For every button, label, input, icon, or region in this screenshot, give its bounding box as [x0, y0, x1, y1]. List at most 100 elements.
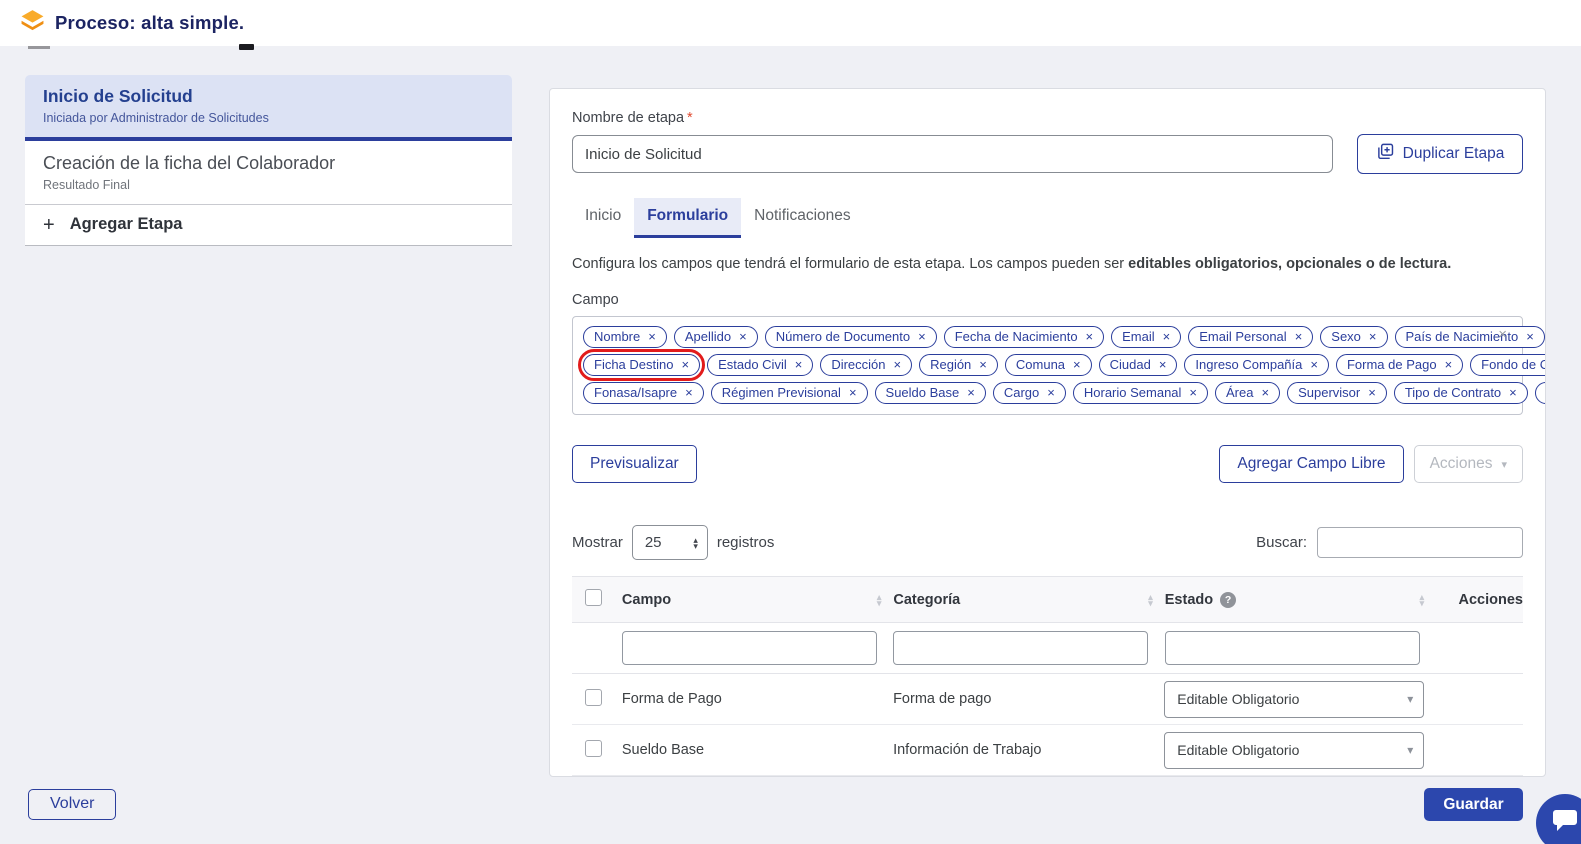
remove-tag-icon[interactable]: ×	[1526, 330, 1534, 343]
clipped-content-artifact	[239, 44, 254, 50]
description-text: Configura los campos que tendrá el formu…	[572, 256, 1128, 272]
field-tag[interactable]: Tipo de Contrato×	[1394, 382, 1528, 404]
chat-widget-button[interactable]	[1536, 794, 1581, 844]
field-tag[interactable]: Ciudad×	[1099, 354, 1178, 376]
remove-tag-icon[interactable]: ×	[967, 386, 975, 399]
remove-tag-icon[interactable]: ×	[1047, 386, 1055, 399]
tag-label: Forma de Pago	[1347, 357, 1437, 372]
remove-tag-icon[interactable]: ×	[1509, 386, 1517, 399]
layers-icon	[20, 8, 45, 38]
remove-tag-icon[interactable]: ×	[1073, 358, 1081, 371]
remove-tag-icon[interactable]: ×	[894, 358, 902, 371]
filter-campo-input[interactable]	[622, 631, 877, 665]
filter-estado-input[interactable]	[1165, 631, 1420, 665]
preview-button[interactable]: Previsualizar	[572, 445, 697, 483]
estado-select[interactable]: Editable Obligatorio ▾	[1164, 732, 1424, 769]
help-icon[interactable]: ?	[1220, 592, 1236, 608]
field-tag[interactable]: Supervisor ×	[1287, 382, 1387, 404]
field-tag[interactable]: País de Nacimiento×	[1395, 326, 1545, 348]
estado-select-value: Editable Obligatorio	[1177, 742, 1299, 758]
page-title: Proceso: alta simple.	[55, 12, 244, 34]
tag-label: Supervisor	[1298, 385, 1360, 400]
field-tag[interactable]: Sueldo Base×	[875, 382, 986, 404]
remove-tag-icon[interactable]: ×	[1189, 386, 1197, 399]
tab[interactable]: Inicio	[572, 198, 634, 238]
sort-icon[interactable]: ▴▾	[877, 594, 882, 606]
field-tag[interactable]: Sexo×	[1320, 326, 1387, 348]
search-input[interactable]	[1317, 527, 1523, 558]
remove-tag-icon[interactable]: ×	[1369, 330, 1377, 343]
remove-tag-icon[interactable]: ×	[1261, 386, 1269, 399]
sort-icon[interactable]: ▴▾	[1148, 594, 1153, 606]
field-tag[interactable]: Fondo de Cotización×	[1470, 354, 1546, 376]
back-button[interactable]: Volver	[28, 789, 116, 820]
remove-tag-icon[interactable]: ×	[1445, 358, 1453, 371]
field-tag[interactable]: Nombre×	[583, 326, 667, 348]
field-tag[interactable]: Horario Semanal×	[1073, 382, 1208, 404]
remove-tag-icon[interactable]: ×	[1368, 386, 1376, 399]
estado-select[interactable]: Editable Obligatorio ▾	[1164, 681, 1424, 718]
field-tag[interactable]: Empresa×	[1535, 382, 1546, 404]
add-free-field-button[interactable]: Agregar Campo Libre	[1219, 445, 1403, 483]
duplicate-stage-label: Duplicar Etapa	[1403, 145, 1505, 163]
field-tag[interactable]: Área ×	[1215, 382, 1280, 404]
tag-label: Apellido	[685, 329, 731, 344]
tag-label: Área	[1226, 385, 1253, 400]
tab[interactable]: Formulario	[634, 198, 741, 238]
row-checkbox[interactable]	[585, 689, 602, 706]
field-tag[interactable]: Apellido ×	[674, 326, 758, 348]
tag-label: Número de Documento	[776, 329, 910, 344]
sort-icon[interactable]: ▴▾	[1420, 594, 1425, 606]
stage-tabs: Inicio Formulario Notificaciones	[572, 198, 1523, 238]
field-tag[interactable]: Comuna×	[1005, 354, 1092, 376]
remove-tag-icon[interactable]: ×	[1163, 330, 1171, 343]
remove-tag-icon[interactable]: ×	[1086, 330, 1094, 343]
clear-all-icon[interactable]: ×	[1498, 326, 1507, 343]
fields-table: Campo ▴▾ Categoría ▴▾ Estado ? ▴▾ Accion…	[572, 576, 1523, 777]
add-stage-button[interactable]: + Agregar Etapa	[25, 205, 512, 246]
cell-categoria: Información de Trabajo	[893, 742, 1041, 758]
tag-label: Ficha Destino	[594, 357, 673, 372]
field-tag[interactable]: Email×	[1111, 326, 1181, 348]
row-checkbox[interactable]	[585, 740, 602, 757]
remove-tag-icon[interactable]: ×	[1310, 358, 1318, 371]
field-tag[interactable]: Cargo×	[993, 382, 1066, 404]
field-tag[interactable]: Región ×	[919, 354, 998, 376]
field-tag[interactable]: Fecha de Nacimiento×	[944, 326, 1104, 348]
remove-tag-icon[interactable]: ×	[979, 358, 987, 371]
select-all-checkbox[interactable]	[585, 589, 602, 606]
tab[interactable]: Notificaciones	[741, 198, 864, 238]
duplicate-stage-button[interactable]: Duplicar Etapa	[1357, 134, 1523, 174]
field-tag[interactable]: Dirección×	[820, 354, 912, 376]
field-tag[interactable]: Email Personal×	[1188, 326, 1313, 348]
page-size-select[interactable]: 25 ▴▾	[632, 525, 708, 560]
field-tag[interactable]: Régimen Previsional×	[711, 382, 868, 404]
field-tag[interactable]: Número de Documento ×	[765, 326, 937, 348]
records-label: registros	[717, 534, 775, 551]
field-tag[interactable]: Estado Civil×	[707, 354, 813, 376]
sidebar-stage-item[interactable]: Inicio de Solicitud Iniciada por Adminis…	[25, 75, 512, 141]
tag-label: Región	[930, 357, 971, 372]
remove-tag-icon[interactable]: ×	[648, 330, 656, 343]
filter-categoria-input[interactable]	[893, 631, 1148, 665]
stage-name-label: Nombre de etapa*	[572, 110, 1523, 126]
remove-tag-icon[interactable]: ×	[849, 386, 857, 399]
remove-tag-icon[interactable]: ×	[918, 330, 926, 343]
remove-tag-icon[interactable]: ×	[685, 386, 693, 399]
field-tag[interactable]: Forma de Pago ×	[1336, 354, 1463, 376]
save-button[interactable]: Guardar	[1424, 788, 1523, 821]
tag-label: Fondo de Cotización	[1481, 357, 1546, 372]
top-bar: Proceso: alta simple.	[0, 0, 1581, 46]
field-tag[interactable]: Ingreso Compañía×	[1184, 354, 1329, 376]
actions-button[interactable]: Acciones ▾	[1414, 445, 1523, 483]
remove-tag-icon[interactable]: ×	[681, 358, 689, 371]
remove-tag-icon[interactable]: ×	[1159, 358, 1167, 371]
field-tags-box[interactable]: Nombre×Apellido×Número de Documento×Fech…	[572, 316, 1523, 415]
sidebar-stage-item[interactable]: Creación de la ficha del Colaborador Res…	[25, 141, 512, 205]
remove-tag-icon[interactable]: ×	[795, 358, 803, 371]
stage-name-input[interactable]	[572, 135, 1333, 173]
field-tag[interactable]: Fonasa/Isapre×	[583, 382, 704, 404]
remove-tag-icon[interactable]: ×	[739, 330, 747, 343]
remove-tag-icon[interactable]: ×	[1295, 330, 1303, 343]
field-tag[interactable]: Ficha Destino ×	[583, 354, 700, 376]
